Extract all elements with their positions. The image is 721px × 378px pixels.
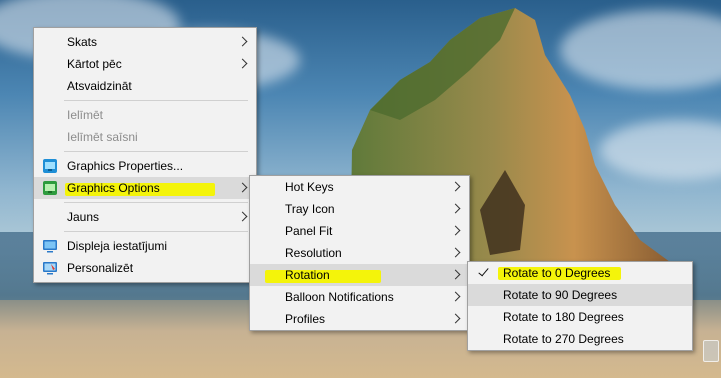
menu-item-label: Graphics Options bbox=[67, 181, 160, 195]
chevron-right-icon bbox=[452, 226, 459, 236]
graphics-options-submenu: Hot Keys Tray Icon Panel Fit Resolution … bbox=[249, 175, 470, 331]
display-icon bbox=[43, 240, 57, 253]
menu-item-label: Hot Keys bbox=[285, 180, 334, 194]
rotation-submenu: Rotate to 0 Degrees Rotate to 90 Degrees… bbox=[467, 261, 693, 351]
menu-item-label: Atsvaidzināt bbox=[67, 79, 132, 93]
menu-item-balloon-notifications[interactable]: Balloon Notifications bbox=[250, 286, 469, 308]
menu-item-rotate-180[interactable]: Rotate to 180 Degrees bbox=[468, 306, 692, 328]
chevron-right-icon bbox=[452, 182, 459, 192]
menu-item-label: Tray Icon bbox=[285, 202, 335, 216]
intel-graphics-icon bbox=[43, 159, 57, 173]
menu-item-jauns[interactable]: Jauns bbox=[34, 206, 256, 228]
menu-item-skats[interactable]: Skats bbox=[34, 31, 256, 53]
menu-item-rotation[interactable]: Rotation bbox=[250, 264, 469, 286]
menu-separator bbox=[64, 202, 248, 203]
chevron-right-icon bbox=[452, 204, 459, 214]
menu-item-ielimet: Ielīmēt bbox=[34, 104, 256, 126]
menu-item-label: Rotate to 270 Degrees bbox=[503, 332, 624, 346]
menu-item-label: Rotate to 180 Degrees bbox=[503, 310, 624, 324]
menu-item-label: Rotation bbox=[285, 268, 330, 282]
menu-item-label: Skats bbox=[67, 35, 98, 49]
menu-separator bbox=[64, 231, 248, 232]
menu-item-label: Panel Fit bbox=[285, 224, 333, 238]
menu-item-graphics-properties[interactable]: Graphics Properties... bbox=[34, 155, 256, 177]
menu-item-label: Rotate to 90 Degrees bbox=[503, 288, 618, 302]
checkmark-icon bbox=[479, 266, 489, 278]
menu-item-label: Jauns bbox=[67, 210, 100, 224]
menu-item-label: Kārtot pēc bbox=[67, 57, 122, 71]
menu-item-label: Balloon Notifications bbox=[285, 290, 394, 304]
menu-item-label: Ielīmēt saīsni bbox=[67, 130, 138, 144]
menu-item-tray-icon[interactable]: Tray Icon bbox=[250, 198, 469, 220]
menu-item-rotate-90[interactable]: Rotate to 90 Degrees bbox=[468, 284, 692, 306]
menu-item-personalizet[interactable]: Personalizēt bbox=[34, 257, 256, 279]
menu-item-label: Displeja iestatījumi bbox=[67, 239, 168, 253]
menu-item-profiles[interactable]: Profiles bbox=[250, 308, 469, 330]
menu-item-label: Resolution bbox=[285, 246, 342, 260]
menu-item-rotate-0[interactable]: Rotate to 0 Degrees bbox=[468, 262, 692, 284]
chevron-right-icon bbox=[239, 212, 246, 222]
chevron-right-icon bbox=[452, 292, 459, 302]
menu-item-label: Profiles bbox=[285, 312, 326, 326]
chevron-right-icon bbox=[239, 59, 246, 69]
intel-graphics-icon bbox=[43, 181, 57, 195]
personalize-icon bbox=[43, 262, 57, 275]
menu-separator bbox=[64, 151, 248, 152]
desktop-context-menu: Skats Kārtot pēc Atsvaidzināt Ielīmēt Ie… bbox=[33, 27, 257, 283]
menu-item-ielimet-saisni: Ielīmēt saīsni bbox=[34, 126, 256, 148]
menu-item-graphics-options[interactable]: Graphics Options bbox=[34, 177, 256, 199]
menu-item-hot-keys[interactable]: Hot Keys bbox=[250, 176, 469, 198]
recycle-bin-icon[interactable] bbox=[703, 340, 719, 362]
menu-item-kartot-pec[interactable]: Kārtot pēc bbox=[34, 53, 256, 75]
chevron-right-icon bbox=[239, 37, 246, 47]
menu-item-label: Rotate to 0 Degrees bbox=[503, 266, 611, 280]
menu-item-label: Personalizēt bbox=[67, 261, 134, 275]
chevron-right-icon bbox=[452, 314, 459, 324]
chevron-right-icon bbox=[452, 248, 459, 258]
menu-item-label: Graphics Properties... bbox=[67, 159, 184, 173]
chevron-right-icon bbox=[239, 183, 246, 193]
menu-item-displeja-iestatijumi[interactable]: Displeja iestatījumi bbox=[34, 235, 256, 257]
chevron-right-icon bbox=[452, 270, 459, 280]
menu-item-atsvaidzinat[interactable]: Atsvaidzināt bbox=[34, 75, 256, 97]
menu-item-panel-fit[interactable]: Panel Fit bbox=[250, 220, 469, 242]
menu-item-resolution[interactable]: Resolution bbox=[250, 242, 469, 264]
menu-separator bbox=[64, 100, 248, 101]
menu-item-label: Ielīmēt bbox=[67, 108, 104, 122]
menu-item-rotate-270[interactable]: Rotate to 270 Degrees bbox=[468, 328, 692, 350]
